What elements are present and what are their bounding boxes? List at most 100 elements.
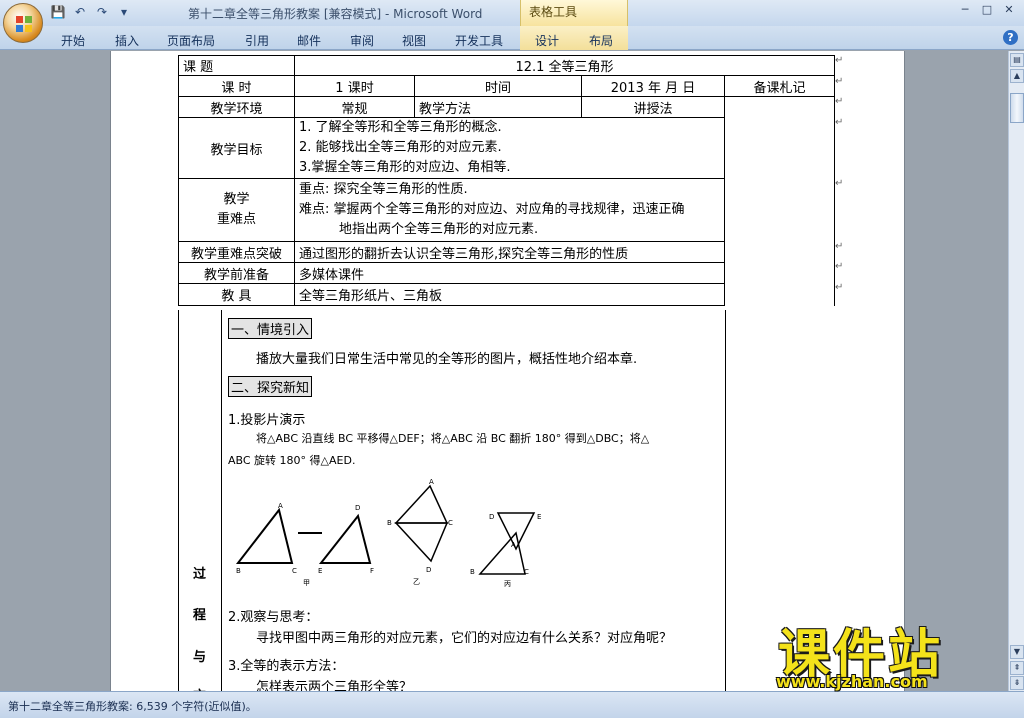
step-1-title: 1.投影片演示 [228, 413, 306, 428]
undo-icon[interactable]: ↶ [72, 4, 88, 20]
triangle-figures: A B C D E F 甲 A B C D 乙 D E A B C 丙 [235, 478, 541, 588]
keypoints-label-1: 教学 [223, 192, 250, 207]
cell-breakthrough-label: 教学重难点突破 [178, 241, 295, 263]
goal-1: 1. 了解全等形和全等三角形的概念. [299, 120, 502, 135]
figure-rotation: D E A B C 丙 [470, 512, 541, 588]
cell-keypoints-label: 教学 重难点 [178, 178, 295, 242]
cell-keypoints-value: 重点: 探究全等三角形的性质. 难点: 掌握两个全等三角形的对应边、对应角的寻找… [294, 178, 725, 242]
watermark-url: www.kjzhan.com [776, 672, 928, 691]
svg-text:D: D [355, 504, 360, 512]
cell-notes-label: 备课札记 [724, 75, 835, 97]
svg-text:A: A [429, 478, 434, 486]
vertical-scrollbar[interactable]: ▤ ▲ ▼ ⇞ ⇟ [1008, 51, 1024, 691]
cell-method-label: 教学方法 [414, 96, 582, 118]
svg-text:B: B [387, 519, 392, 527]
scroll-thumb[interactable] [1010, 93, 1024, 123]
tab-insert[interactable]: 插入 [115, 32, 139, 49]
tab-developer[interactable]: 开发工具 [455, 32, 503, 49]
cell-environment-value: 常规 [294, 96, 415, 118]
keypoint-difficulty: 难点: 掌握两个全等三角形的对应边、对应角的寻找规律，迅速正确 [299, 202, 685, 217]
title-bar: 💾 ↶ ↷ ▾ 第十二章全等三角形教案 [兼容模式] - Microsoft W… [0, 0, 1024, 26]
customize-qat-icon[interactable]: ▾ [116, 4, 132, 20]
paragraph-marks-column: ↵ ↵ ↵ ↵ ↵ ↵ ↵ ↵ [835, 55, 855, 302]
svg-text:E: E [537, 513, 541, 521]
section-heading-explore: 二、探究新知 [228, 376, 313, 397]
cell-period-label: 课 时 [178, 75, 295, 97]
figure-reflection: A B C D 乙 [387, 478, 453, 586]
keypoints-label-2: 重难点 [216, 212, 256, 227]
section-heading-intro: 一、情境引入 [228, 318, 313, 339]
tab-layout[interactable]: 布局 [589, 32, 613, 49]
svg-text:C: C [448, 519, 453, 527]
minimize-button[interactable]: ─ [954, 2, 976, 18]
tab-view[interactable]: 视图 [402, 32, 426, 49]
cell-environment-label: 教学环境 [178, 96, 295, 118]
word-count-status[interactable]: 第十二章全等三角形教案: 6,539 个字符(近似值)。 [8, 698, 257, 714]
close-button[interactable]: ✕ [998, 2, 1020, 18]
svg-text:丙: 丙 [504, 580, 511, 588]
svg-text:A: A [278, 502, 283, 510]
paragraph-mark: ↵ [835, 261, 844, 272]
keypoint-difficulty-cont: 地指出两个全等三角形的对应元素. [339, 222, 539, 237]
cell-notes-area [724, 96, 835, 306]
lesson-plan-table: 课 题 12.1 全等三角形 课 时 1 课时 时间 2013 年 月 日 备课… [178, 55, 835, 306]
cell-goals-value: 1. 了解全等形和全等三角形的概念. 2. 能够找出全等三角形的对应元素. 3.… [294, 117, 725, 179]
step-1-line-2: ABC 旋转 180° 得△AED. [228, 454, 356, 467]
svg-text:C: C [292, 567, 297, 575]
office-button[interactable] [3, 3, 43, 43]
step-1-line-1: 将△ABC 沿直线 BC 平移得△DEF；将△ABC 沿 BC 翻折 180° … [256, 432, 650, 445]
cell-time-label: 时间 [414, 75, 582, 97]
keypoint-focus: 重点: 探究全等三角形的性质. [299, 182, 468, 197]
goal-3: 3.掌握全等三角形的对应边、角相等. [299, 160, 511, 175]
process-char-2: 程 [193, 608, 207, 623]
goal-2: 2. 能够找出全等三角形的对应元素. [299, 140, 502, 155]
svg-text:B: B [470, 568, 475, 576]
next-page-icon[interactable]: ⇟ [1010, 676, 1024, 690]
intro-paragraph: 播放大量我们日常生活中常见的全等形的图片，概括性地介绍本章. [256, 352, 638, 367]
tab-review[interactable]: 审阅 [350, 32, 374, 49]
tab-home[interactable]: 开始 [61, 32, 85, 49]
cell-topic-value: 12.1 全等三角形 [294, 55, 835, 76]
svg-text:E: E [318, 567, 322, 575]
svg-text:F: F [370, 567, 374, 575]
paragraph-mark: ↵ [835, 55, 844, 66]
tab-references[interactable]: 引用 [245, 32, 269, 49]
svg-text:C: C [524, 568, 529, 576]
paragraph-mark: ↵ [835, 116, 844, 128]
step-2-line: 寻找甲图中两三角形的对应元素，它们的对应边有什么关系？对应角呢？ [256, 631, 673, 646]
process-char-3: 与 [193, 650, 207, 665]
figure-translation: A B C D E F 甲 [235, 502, 374, 587]
office-logo-icon [16, 16, 32, 32]
tab-design[interactable]: 设计 [535, 32, 559, 49]
ruler-toggle-icon[interactable]: ▤ [1010, 53, 1024, 67]
cell-tools-value: 全等三角形纸片、三角板 [294, 283, 725, 306]
paragraph-mark: ↵ [835, 75, 844, 87]
step-2-title: 2.观察与思考： [228, 610, 319, 625]
ribbon-tab-row [0, 26, 1024, 50]
process-column: 过 程 与 方 [178, 310, 222, 704]
tab-mailings[interactable]: 邮件 [297, 32, 321, 49]
cell-goals-label: 教学目标 [178, 117, 295, 179]
step-3-line: 怎样表示两个三角形全等？ [256, 680, 413, 691]
svg-text:D: D [426, 566, 431, 574]
help-icon[interactable]: ? [1003, 30, 1018, 45]
paragraph-mark: ↵ [835, 96, 844, 107]
paragraph-mark: ↵ [835, 281, 844, 293]
restore-button[interactable]: □ [976, 2, 998, 18]
svg-text:B: B [236, 567, 241, 575]
cell-preparation-label: 教学前准备 [178, 262, 295, 284]
lesson-body: 一、情境引入 播放大量我们日常生活中常见的全等形的图片，概括性地介绍本章. 二、… [222, 310, 726, 691]
save-icon[interactable]: 💾 [50, 4, 66, 20]
cell-method-value: 讲授法 [581, 96, 725, 118]
cell-period-value: 1 课时 [294, 75, 415, 97]
redo-icon[interactable]: ↷ [94, 4, 110, 20]
paragraph-mark: ↵ [835, 177, 844, 189]
scroll-down-icon[interactable]: ▼ [1010, 645, 1024, 659]
window-controls: ─ □ ✕ [954, 2, 1020, 18]
site-watermark: 课件站 www.kjzhan.com [770, 612, 1010, 697]
quick-access-toolbar: 💾 ↶ ↷ ▾ [50, 4, 132, 20]
scroll-up-icon[interactable]: ▲ [1010, 69, 1024, 83]
tab-page-layout[interactable]: 页面布局 [167, 32, 215, 49]
previous-page-icon[interactable]: ⇞ [1010, 661, 1024, 675]
cell-breakthrough-value: 通过图形的翻折去认识全等三角形,探究全等三角形的性质 [294, 241, 725, 263]
